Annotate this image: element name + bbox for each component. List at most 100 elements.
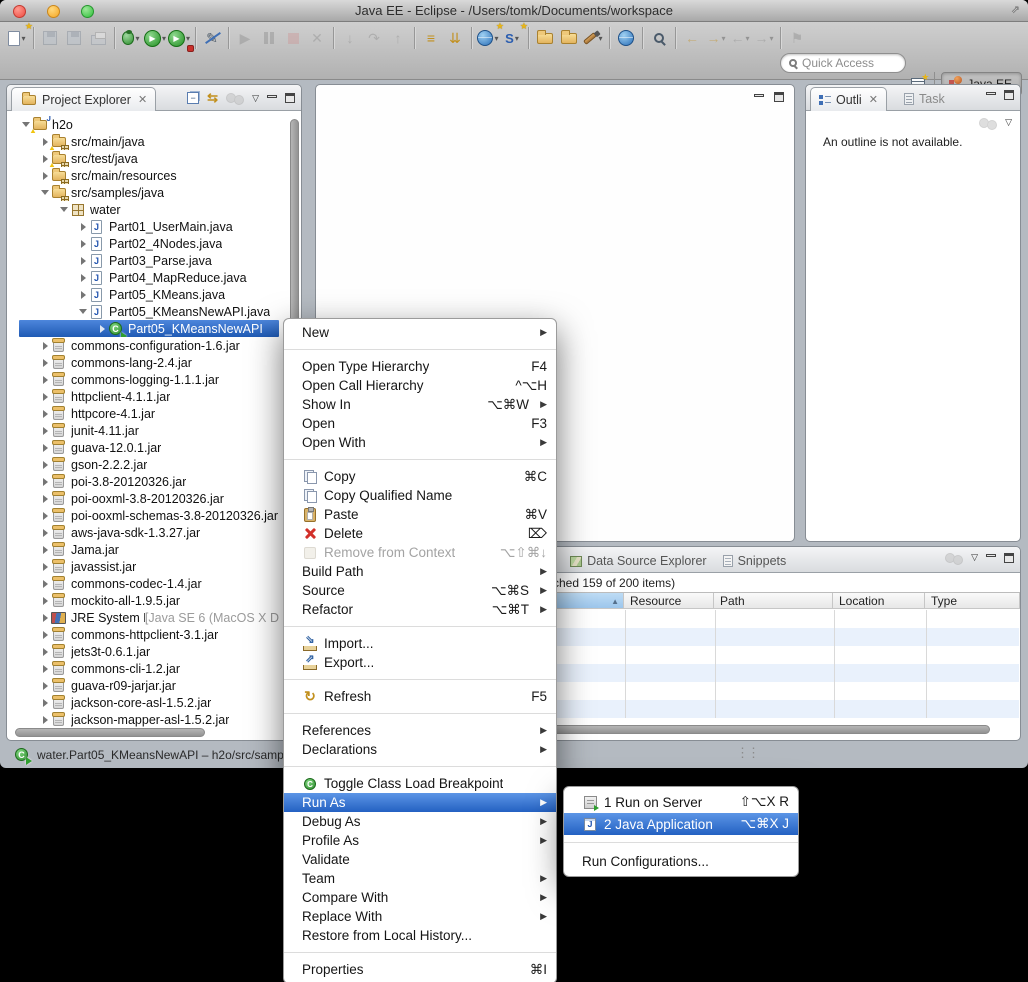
menu-item-remove-from-context[interactable]: Remove from Context ⌥⇧⌘↓ — [284, 543, 556, 562]
tree-item-aws-java-sdk-1-3-27-jar[interactable]: aws-java-sdk-1.3.27.jar — [7, 524, 279, 541]
quick-access-box[interactable] — [780, 53, 906, 73]
scrollbar-thumb[interactable] — [15, 728, 205, 737]
dropdown-arrow-icon[interactable]: ▾ — [515, 34, 519, 43]
menu-item-debug-as[interactable]: Debug As ▶ — [284, 812, 556, 831]
collapse-all-icon[interactable]: − — [187, 92, 200, 104]
tree-item-commons-httpclient-3-1-jar[interactable]: commons-httpclient-3.1.jar — [7, 626, 279, 643]
collapsed-arrow-icon[interactable] — [40, 529, 50, 537]
collapsed-arrow-icon[interactable] — [78, 257, 88, 265]
dropdown-arrow-icon[interactable]: ▾ — [745, 34, 749, 43]
tree-item-gson-2-2-2-jar[interactable]: gson-2.2.2.jar — [7, 456, 279, 473]
tree-item-commons-cli-1-2-jar[interactable]: commons-cli-1.2.jar — [7, 660, 279, 677]
column-header-resource[interactable]: Resource — [624, 593, 714, 608]
maximize-view-icon[interactable] — [285, 93, 295, 103]
minimize-view-icon[interactable] — [754, 93, 764, 97]
fullscreen-icon[interactable]: ⇗ — [1011, 3, 1020, 16]
import-project-button[interactable] — [533, 26, 557, 50]
menu-item-declarations[interactable]: Declarations ▶ — [284, 740, 556, 759]
collapsed-arrow-icon[interactable] — [40, 359, 50, 367]
tree-item-jama-jar[interactable]: Jama.jar — [7, 541, 279, 558]
dropdown-arrow-icon[interactable]: ▾ — [769, 34, 773, 43]
maximize-view-icon[interactable] — [774, 92, 784, 102]
expanded-arrow-icon[interactable] — [21, 122, 31, 127]
tree-item-h2o[interactable]: Jh2o — [7, 116, 279, 133]
menu-item-refresh[interactable]: ↻ Refresh F5 — [284, 687, 556, 706]
new-dynamic-web-project-button[interactable]: ★ ▾ — [476, 21, 504, 50]
search-button[interactable] — [647, 26, 671, 50]
tree-item-src-samples-java[interactable]: src/samples/java — [7, 184, 279, 201]
menu-item-paste[interactable]: Paste ⌘V — [284, 505, 556, 524]
menu-item-export[interactable]: ⇗ Export... — [284, 653, 556, 672]
column-header-path[interactable]: Path — [714, 593, 833, 608]
title-bar[interactable]: Java EE - Eclipse - /Users/tomk/Document… — [0, 0, 1028, 22]
collapsed-arrow-icon[interactable] — [78, 223, 88, 231]
menu-item-validate[interactable]: Validate — [284, 850, 556, 869]
tree-item-part04-mapreduce-java[interactable]: J Part04_MapReduce.java — [7, 269, 279, 286]
collapsed-arrow-icon[interactable] — [40, 427, 50, 435]
collapsed-arrow-icon[interactable] — [40, 546, 50, 554]
collapsed-arrow-icon[interactable] — [40, 393, 50, 401]
collapsed-arrow-icon[interactable] — [40, 410, 50, 418]
close-icon[interactable]: ✕ — [869, 93, 878, 106]
menu-item-replace-with[interactable]: Replace With ▶ — [284, 907, 556, 926]
tab-project-explorer[interactable]: Project Explorer ✕ — [11, 87, 157, 111]
dropdown-arrow-icon[interactable]: ▾ — [21, 34, 25, 43]
dropdown-arrow-icon[interactable]: ▾ — [721, 34, 725, 43]
tree-item-mockito-all-1-9-5-jar[interactable]: mockito-all-1.9.5.jar — [7, 592, 279, 609]
collapsed-arrow-icon[interactable] — [40, 342, 50, 350]
sash-handle[interactable]: ⋮⋮ — [736, 745, 760, 761]
column-header-type[interactable]: Type — [925, 593, 1020, 608]
dropdown-arrow-icon[interactable]: ▾ — [494, 34, 498, 43]
menu-item-show-in[interactable]: Show In ⌥⌘W ▶ — [284, 395, 556, 414]
collapsed-arrow-icon[interactable] — [40, 376, 50, 384]
tree-item-water[interactable]: water — [7, 201, 279, 218]
collapsed-arrow-icon[interactable] — [78, 274, 88, 282]
tree-item-commons-logging-1-1-1-jar[interactable]: commons-logging-1.1.1.jar — [7, 371, 279, 388]
menu-item-open-type-hierarchy[interactable]: Open Type Hierarchy F4 — [284, 357, 556, 376]
collapsed-arrow-icon[interactable] — [78, 240, 88, 248]
web-browser-button[interactable] — [614, 26, 638, 50]
run-ant-build-button[interactable]: ▾ — [581, 26, 605, 50]
tree-item-part01-usermain-java[interactable]: J Part01_UserMain.java — [7, 218, 279, 235]
open-resource-button[interactable] — [557, 26, 581, 50]
tree-item-commons-codec-1-4-jar[interactable]: commons-codec-1.4.jar — [7, 575, 279, 592]
tree-item-commons-lang-2-4-jar[interactable]: commons-lang-2.4.jar — [7, 354, 279, 371]
menu-item-refactor[interactable]: Refactor ⌥⌘T ▶ — [284, 600, 556, 619]
quick-access-input[interactable] — [802, 56, 892, 70]
close-icon[interactable]: ✕ — [138, 93, 147, 106]
menu-item-properties[interactable]: Properties ⌘I — [284, 960, 556, 979]
tree-item-part05-kmeans-java[interactable]: J Part05_KMeans.java — [7, 286, 279, 303]
tree-item-guava-12-0-1-jar[interactable]: guava-12.0.1.jar — [7, 439, 279, 456]
new-web-service-button[interactable]: S ★ ▾ — [500, 21, 528, 50]
tree-item-jets3t-0-6-1-jar[interactable]: jets3t-0.6.1.jar — [7, 643, 279, 660]
use-step-filters-button[interactable]: ≡ — [419, 26, 443, 50]
menu-item-copy[interactable]: Copy ⌘C — [284, 467, 556, 486]
collapsed-arrow-icon[interactable] — [40, 138, 50, 146]
menu-item-compare-with[interactable]: Compare With ▶ — [284, 888, 556, 907]
collapsed-arrow-icon[interactable] — [40, 699, 50, 707]
minimize-view-icon[interactable] — [986, 554, 996, 557]
menu-item-run-as[interactable]: Run As ▶ — [284, 793, 556, 812]
expanded-arrow-icon[interactable] — [40, 190, 50, 195]
tab-snippets[interactable]: Snippets — [715, 549, 795, 573]
menu-item-open-with[interactable]: Open With ▶ — [284, 433, 556, 452]
tree-item-commons-configuration-1-6-jar[interactable]: commons-configuration-1.6.jar — [7, 337, 279, 354]
dropdown-arrow-icon[interactable]: ▾ — [162, 34, 166, 43]
menu-item-toggle-class-load-breakpoint[interactable]: C Toggle Class Load Breakpoint — [284, 774, 556, 793]
tab-data-source-explorer[interactable]: Data Source Explorer — [562, 549, 715, 573]
view-menu-icon[interactable]: ▽ — [1005, 117, 1012, 128]
collapsed-arrow-icon[interactable] — [40, 614, 50, 622]
menu-item-source[interactable]: Source ⌥⌘S ▶ — [284, 581, 556, 600]
collapsed-arrow-icon[interactable] — [40, 682, 50, 690]
tree-item-httpclient-4-1-1-jar[interactable]: httpclient-4.1.1.jar — [7, 388, 279, 405]
tree-item-httpcore-4-1-jar[interactable]: httpcore-4.1.jar — [7, 405, 279, 422]
tree-item-part03-parse-java[interactable]: J Part03_Parse.java — [7, 252, 279, 269]
tree-item-part02-4nodes-java[interactable]: J Part02_4Nodes.java — [7, 235, 279, 252]
tree-item-part05-kmeansnewapi-java[interactable]: J Part05_KMeansNewAPI.java — [7, 303, 279, 320]
menu-item-run-configurations[interactable]: Run Configurations... — [564, 850, 798, 872]
tree-item-src-test-java[interactable]: src/test/java — [7, 150, 279, 167]
menu-item-2-java-application[interactable]: J 2 Java Application ⌥⌘X J — [564, 813, 798, 835]
menu-item-restore-from-local-history[interactable]: Restore from Local History... — [284, 926, 556, 945]
mark-occurrences-button[interactable]: ✎ — [200, 26, 224, 50]
collapsed-arrow-icon[interactable] — [40, 172, 50, 180]
